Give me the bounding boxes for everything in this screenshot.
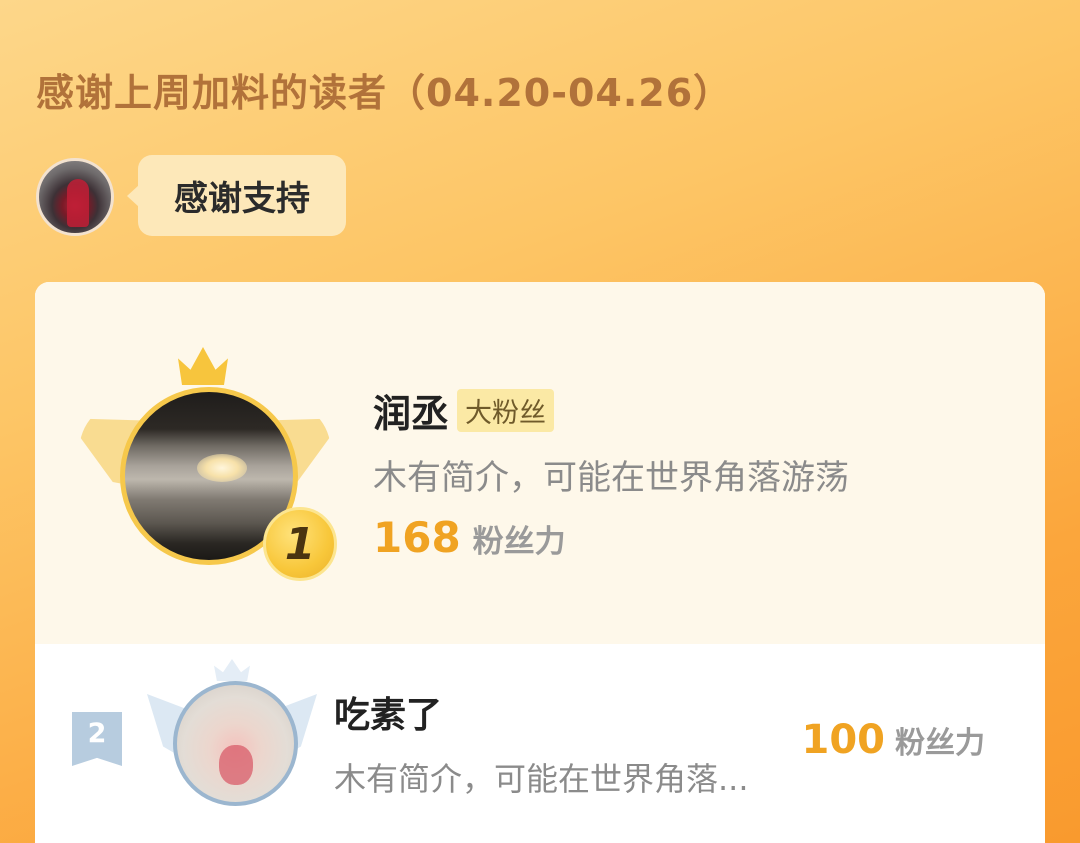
rank-1-badge-frame: 1 — [80, 347, 330, 581]
crown-icon — [178, 347, 228, 385]
avatar-figure — [67, 179, 89, 227]
user-info: 吃素了 木有简介，可能在世界角落... — [334, 686, 749, 800]
fan-power-value: 168 — [373, 513, 461, 562]
user-intro: 木有简介，可能在世界角落游荡 — [373, 458, 849, 498]
rank-1-medal: 1 — [263, 507, 337, 581]
leaderboard-row-first[interactable]: 1 润丞 大粉丝 木有简介，可能在世界角落游荡 168 粉丝力 — [35, 282, 1045, 644]
user-info: 润丞 大粉丝 木有简介，可能在世界角落游荡 168 粉丝力 — [373, 382, 849, 562]
leaderboard-card: 1 润丞 大粉丝 木有简介，可能在世界角落游荡 168 粉丝力 2 吃素了 木有… — [35, 282, 1045, 843]
avatar-sunset — [197, 454, 247, 482]
crown-icon — [214, 659, 250, 681]
fan-power: 100 粉丝力 — [802, 717, 986, 763]
user-avatar[interactable] — [173, 681, 298, 806]
leaderboard-row-second[interactable]: 2 吃素了 木有简介，可能在世界角落... 100 粉丝力 — [35, 644, 1045, 824]
rank-2-ribbon: 2 — [72, 712, 122, 766]
avatar-detail — [219, 745, 253, 785]
user-name[interactable]: 吃素了 — [334, 686, 749, 738]
fan-power-label: 粉丝力 — [895, 726, 985, 761]
author-avatar[interactable] — [36, 158, 114, 236]
fan-power-value: 100 — [801, 717, 886, 763]
fan-level-badge: 大粉丝 — [457, 388, 555, 432]
thanks-bubble: 感谢支持 — [127, 155, 346, 236]
fan-power-label: 粉丝力 — [472, 524, 566, 560]
user-name[interactable]: 润丞 — [373, 383, 449, 438]
user-intro: 木有简介，可能在世界角落... — [334, 760, 749, 798]
page-title: 感谢上周加料的读者（04.20-04.26） — [36, 71, 733, 115]
rank-2-badge-frame — [147, 659, 317, 809]
